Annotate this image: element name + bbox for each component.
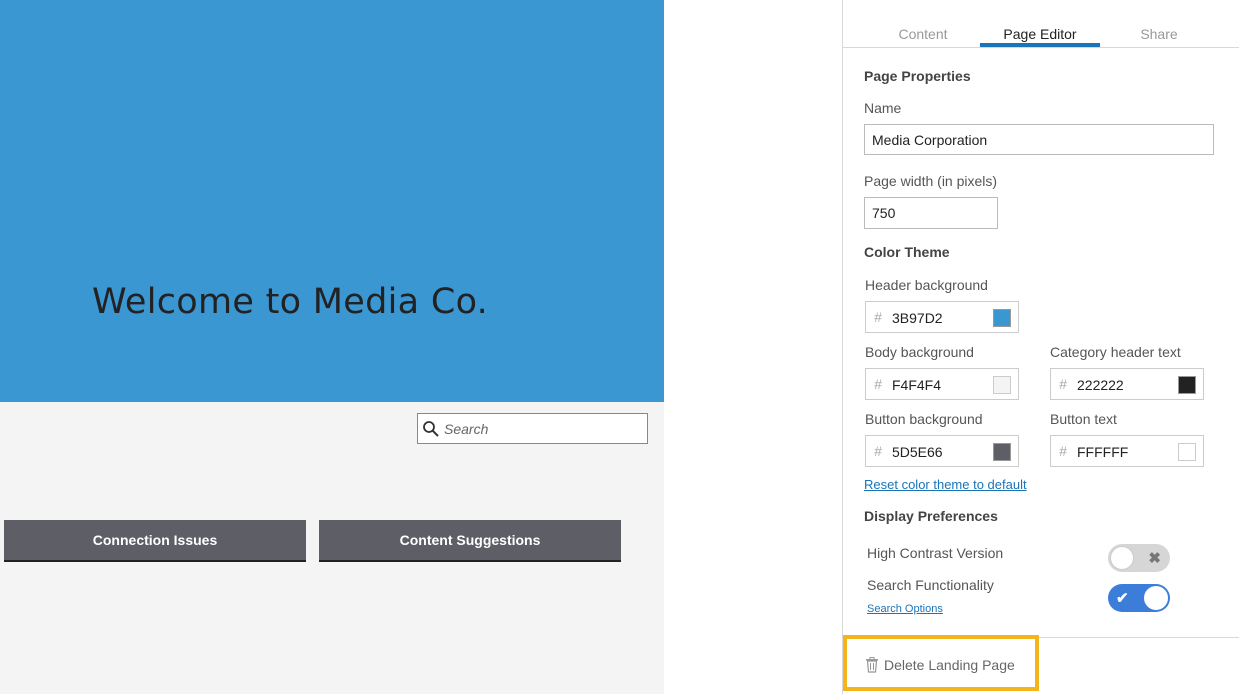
hash-symbol: # [874, 443, 882, 459]
tab-share[interactable]: Share [1099, 26, 1219, 47]
page-width-label: Page width (in pixels) [864, 173, 998, 189]
button-text-value: FFFFFF [1077, 444, 1129, 460]
button-background-swatch[interactable] [993, 443, 1011, 461]
button-background-value: 5D5E66 [892, 444, 943, 460]
name-label: Name [864, 100, 902, 116]
page-properties-heading: Page Properties [864, 68, 971, 84]
header-background-field[interactable]: # 3B97D2 [865, 301, 1019, 333]
category-header-text-value: 222222 [1077, 377, 1124, 393]
page-width-field[interactable] [864, 197, 998, 229]
preview-search-box[interactable] [417, 413, 648, 444]
header-background-value: 3B97D2 [892, 310, 943, 326]
name-field[interactable] [864, 124, 1214, 155]
category-header-text-label: Category header text [1050, 344, 1181, 360]
preview-title: Welcome to Media Co. [92, 282, 489, 322]
tab-content[interactable]: Content [863, 26, 983, 47]
app-root: Welcome to Media Co. Connection Issues C… [0, 0, 1239, 694]
landing-page-preview: Welcome to Media Co. Connection Issues C… [0, 0, 664, 694]
button-text-swatch[interactable] [1178, 443, 1196, 461]
high-contrast-toggle[interactable]: ✖ [1108, 544, 1170, 572]
trash-icon [866, 657, 878, 673]
button-background-field[interactable]: # 5D5E66 [865, 435, 1019, 467]
hash-symbol: # [874, 309, 882, 325]
body-background-swatch[interactable] [993, 376, 1011, 394]
toggle-knob [1110, 546, 1134, 570]
body-background-field[interactable]: # F4F4F4 [865, 368, 1019, 400]
toggle-knob [1144, 586, 1168, 610]
editor-tabs: Content Page Editor Share [843, 0, 1239, 48]
search-icon [423, 420, 439, 437]
search-options-link[interactable]: Search Options [867, 603, 943, 615]
delete-landing-page-button[interactable]: Delete Landing Page [865, 657, 1015, 673]
hash-symbol: # [1059, 376, 1067, 392]
tab-page-editor[interactable]: Page Editor [980, 26, 1100, 47]
header-background-swatch[interactable] [993, 309, 1011, 327]
color-theme-heading: Color Theme [864, 244, 950, 260]
preview-header: Welcome to Media Co. [0, 0, 664, 402]
search-functionality-toggle[interactable]: ✔ [1108, 584, 1170, 612]
category-header-text-swatch[interactable] [1178, 376, 1196, 394]
delete-highlight: Delete Landing Page [843, 635, 1039, 691]
high-contrast-label: High Contrast Version [867, 545, 1004, 561]
hash-symbol: # [874, 376, 882, 392]
editor-panel: Content Page Editor Share Page Propertie… [842, 0, 1239, 694]
reset-color-theme-link[interactable]: Reset color theme to default [864, 477, 1027, 492]
button-text-field[interactable]: # FFFFFF [1050, 435, 1204, 467]
preview-search-input[interactable] [444, 420, 644, 437]
hash-symbol: # [1059, 443, 1067, 459]
x-icon: ✖ [1148, 550, 1161, 567]
header-background-label: Header background [865, 277, 988, 293]
checkmark-icon: ✔ [1116, 590, 1129, 607]
category-button-content-suggestions[interactable]: Content Suggestions [319, 520, 621, 562]
delete-landing-page-label: Delete Landing Page [884, 657, 1015, 673]
body-background-label: Body background [865, 344, 974, 360]
body-background-value: F4F4F4 [892, 377, 942, 393]
button-background-label: Button background [865, 411, 983, 427]
display-preferences-heading: Display Preferences [864, 508, 998, 524]
button-text-label: Button text [1050, 411, 1117, 427]
search-functionality-label: Search Functionality [867, 577, 994, 593]
category-button-connection-issues[interactable]: Connection Issues [4, 520, 306, 562]
category-header-text-field[interactable]: # 222222 [1050, 368, 1204, 400]
